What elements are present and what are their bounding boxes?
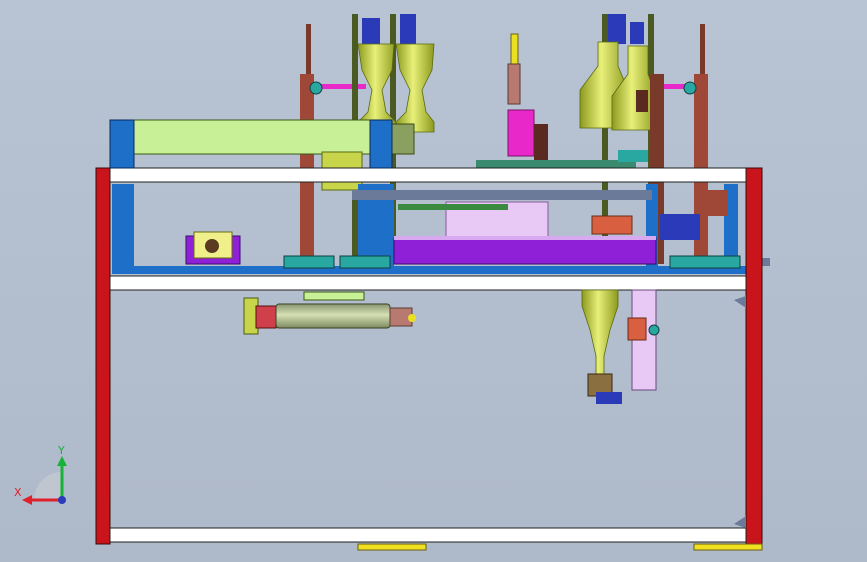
rod-tip [408, 314, 416, 322]
horn-tip-clamp[interactable] [596, 392, 622, 404]
machine-assembly-drawing[interactable]: Y X [0, 0, 867, 562]
linear-slide-top[interactable] [129, 119, 381, 155]
cylinder-flange[interactable] [255, 305, 277, 329]
linear-module-purple[interactable] [393, 237, 657, 265]
module-highlight [394, 236, 656, 240]
probe-housing[interactable] [507, 109, 535, 157]
frame-post-left [95, 167, 111, 545]
foot-pad-right [693, 543, 763, 551]
frame-corner-blue [109, 119, 135, 169]
bearing-left[interactable] [309, 81, 323, 95]
foot-block-c[interactable] [669, 255, 741, 269]
probe-tip[interactable] [510, 33, 519, 65]
motor-block[interactable] [660, 214, 700, 240]
orange-block[interactable] [591, 215, 633, 235]
pillow-block-bore [205, 239, 219, 253]
fixture-clamp[interactable] [618, 150, 648, 162]
lower-slide-carriage[interactable] [627, 317, 647, 341]
side-bracket[interactable] [708, 190, 728, 216]
bearing-right[interactable] [683, 81, 697, 95]
fixture-plate[interactable] [476, 160, 636, 168]
foot-block-b[interactable] [339, 255, 391, 269]
lower-slide-knob[interactable] [648, 324, 660, 336]
pneumatic-cylinder[interactable] [275, 303, 391, 329]
frame-post-right [745, 167, 763, 545]
foot-block-a[interactable] [283, 255, 335, 269]
frame-beam-top [109, 167, 747, 183]
horn-clamp-left-b[interactable] [400, 14, 416, 44]
upright-blue-left [112, 184, 134, 268]
frame-beam-bottom [109, 527, 747, 543]
cylinder-mount[interactable] [303, 291, 365, 301]
triad-x-label: X [14, 486, 22, 499]
guide-rail[interactable] [398, 204, 508, 210]
horn-clamp-right-b[interactable] [630, 22, 644, 44]
horn-clamp-right-a[interactable] [608, 14, 626, 44]
frame-beam-middle [109, 275, 747, 291]
crossbar-left[interactable] [316, 84, 366, 89]
triad-y-label: Y [57, 444, 65, 457]
slide-block[interactable] [636, 90, 648, 112]
cad-3d-viewport[interactable]: Y X [0, 0, 867, 562]
triad-origin [58, 496, 66, 504]
horn-clamp-left-a[interactable] [362, 18, 380, 44]
rotary-plate[interactable] [352, 190, 652, 200]
frame-upright-blue [369, 119, 393, 169]
probe-bracket[interactable] [534, 124, 548, 164]
probe-body[interactable] [507, 63, 521, 105]
base-plate [112, 266, 746, 274]
foot-pad-left [357, 543, 427, 551]
